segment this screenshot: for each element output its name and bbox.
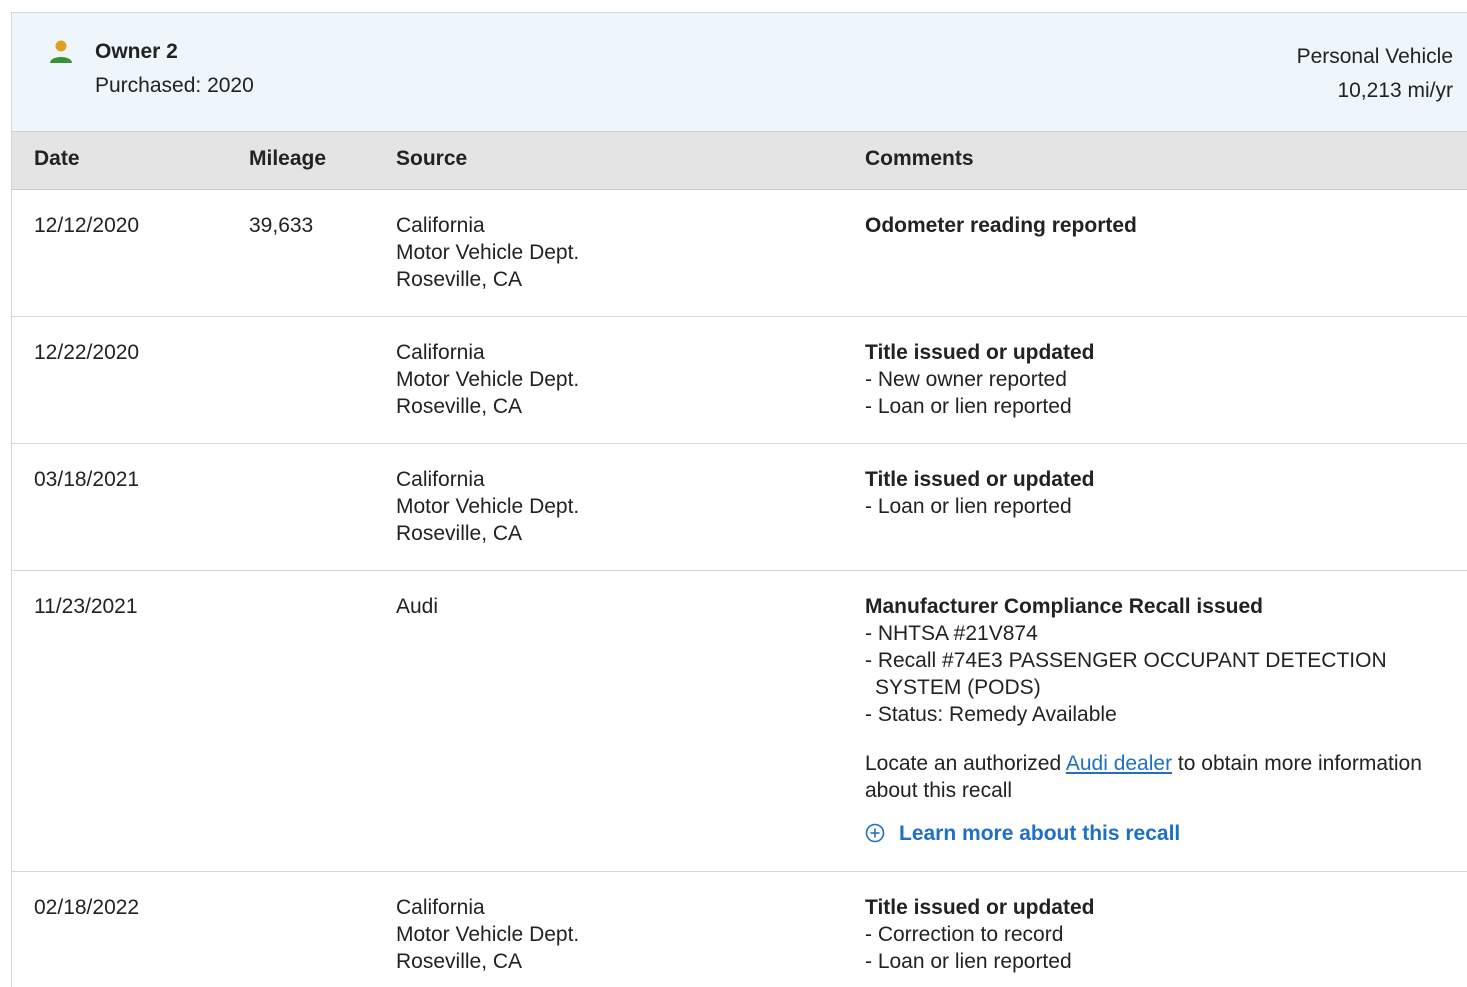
row-comments: Title issued or updated - New owner repo… xyxy=(865,339,1425,420)
row-date: 12/22/2020 xyxy=(34,341,140,364)
row-date: 12/12/2020 xyxy=(34,214,140,237)
source-line: Audi xyxy=(396,595,439,618)
table-row: 02/18/2022 California Motor Vehicle Dept… xyxy=(12,872,1467,987)
comment-title: Title issued or updated xyxy=(865,468,1095,491)
comment-item: - Loan or lien reported xyxy=(865,495,1072,518)
header-mileage: Mileage xyxy=(249,147,327,170)
source-line: Motor Vehicle Dept. xyxy=(396,368,580,391)
recall-text-before: Locate an authorized xyxy=(865,752,1066,775)
table-header: Date Mileage Source Comments xyxy=(12,132,1467,190)
table-row: 03/18/2021 California Motor Vehicle Dept… xyxy=(12,444,1467,571)
recall-dealer-text: Locate an authorized Audi dealer to obta… xyxy=(865,750,1425,804)
row-comments: Title issued or updated - Loan or lien r… xyxy=(865,466,1425,520)
table-row: 12/22/2020 California Motor Vehicle Dept… xyxy=(12,317,1467,444)
comment-item: - New owner reported xyxy=(865,368,1067,391)
comment-item: - NHTSA #21V874 xyxy=(865,622,1038,645)
row-date: 03/18/2021 xyxy=(34,468,140,491)
comment-title: Title issued or updated xyxy=(865,896,1095,919)
comment-item: - Correction to record xyxy=(865,923,1064,946)
table-row: 12/12/2020 39,633 California Motor Vehic… xyxy=(12,190,1467,317)
plus-circle-icon xyxy=(865,823,885,843)
source-line: Motor Vehicle Dept. xyxy=(396,241,580,264)
row-source: California Motor Vehicle Dept. Roseville… xyxy=(396,212,579,293)
comment-title: Title issued or updated xyxy=(865,341,1095,364)
source-line: Roseville, CA xyxy=(396,268,523,291)
row-mileage: 39,633 xyxy=(249,214,314,237)
learn-more-label: Learn more about this recall xyxy=(899,822,1181,845)
row-source: California Motor Vehicle Dept. Roseville… xyxy=(396,894,579,975)
source-line: California xyxy=(396,468,485,491)
row-comments: Manufacturer Compliance Recall issued - … xyxy=(865,593,1425,847)
owner-usage: Personal Vehicle 10,213 mi/yr xyxy=(1297,40,1453,108)
table-row: 11/23/2021 Audi Manufacturer Compliance … xyxy=(12,571,1467,872)
source-line: California xyxy=(396,341,485,364)
person-icon xyxy=(50,40,72,63)
source-line: Motor Vehicle Dept. xyxy=(396,923,580,946)
comment-item: - Loan or lien reported xyxy=(865,950,1072,973)
learn-more-recall-button[interactable]: Learn more about this recall xyxy=(865,820,1425,847)
row-source: California Motor Vehicle Dept. Roseville… xyxy=(396,466,579,547)
comment-item: - Recall #74E3 PASSENGER OCCUPANT DETECT… xyxy=(865,649,1387,699)
row-source: Audi xyxy=(396,593,438,620)
source-line: Roseville, CA xyxy=(396,395,523,418)
comment-title: Odometer reading reported xyxy=(865,214,1137,237)
comment-item: - Status: Remedy Available xyxy=(865,703,1117,726)
row-date: 11/23/2021 xyxy=(34,595,138,618)
source-line: California xyxy=(396,214,485,237)
header-comments: Comments xyxy=(865,147,974,170)
comment-item: - Loan or lien reported xyxy=(865,395,1072,418)
source-line: Roseville, CA xyxy=(396,950,523,973)
row-comments: Title issued or updated - Correction to … xyxy=(865,894,1425,975)
annual-mileage: 10,213 mi/yr xyxy=(1337,79,1453,102)
comment-title: Manufacturer Compliance Recall issued xyxy=(865,595,1263,618)
source-line: California xyxy=(396,896,485,919)
source-line: Roseville, CA xyxy=(396,522,523,545)
header-date: Date xyxy=(34,147,80,170)
row-comments: Odometer reading reported xyxy=(865,212,1425,239)
row-date: 02/18/2022 xyxy=(34,896,140,919)
owner-header: Owner 2 Purchased: 2020 Personal Vehicle… xyxy=(12,13,1467,132)
source-line: Motor Vehicle Dept. xyxy=(396,495,580,518)
vehicle-type: Personal Vehicle xyxy=(1296,45,1453,68)
owner-history-card: Owner 2 Purchased: 2020 Personal Vehicle… xyxy=(11,12,1467,987)
owner-purchased: Purchased: 2020 xyxy=(95,74,254,97)
audi-dealer-link[interactable]: Audi dealer xyxy=(1066,752,1172,775)
owner-name: Owner 2 xyxy=(95,40,178,63)
row-source: California Motor Vehicle Dept. Roseville… xyxy=(396,339,579,420)
header-source: Source xyxy=(396,147,468,170)
